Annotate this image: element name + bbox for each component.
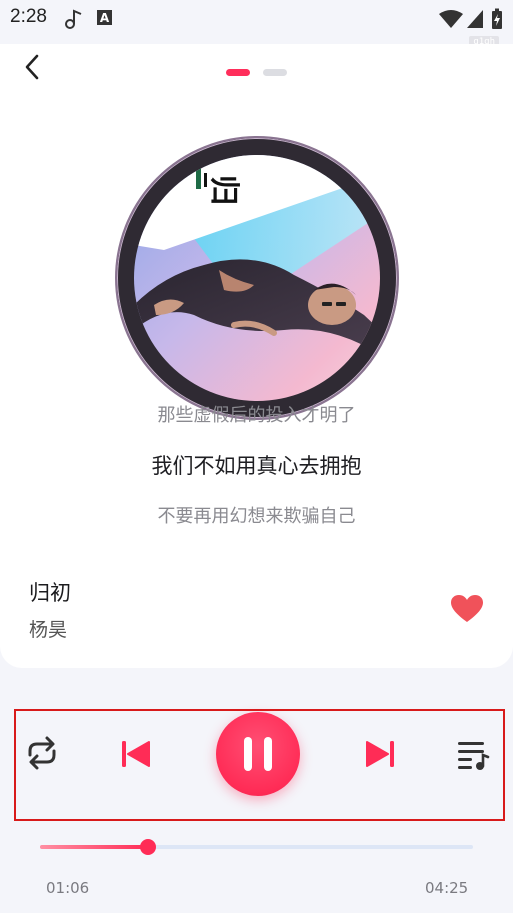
skip-previous-icon xyxy=(122,741,150,767)
text-a-icon: A xyxy=(96,8,114,30)
back-button[interactable] xyxy=(20,52,48,82)
previous-track-button[interactable] xyxy=(120,739,152,769)
music-note-icon xyxy=(64,8,84,34)
lyric-next-line: 不要再用幻想来欺骗自己 xyxy=(157,506,356,527)
svg-text:A: A xyxy=(100,11,110,25)
svg-text:归: 归 xyxy=(206,175,241,205)
repeat-button[interactable] xyxy=(22,735,62,771)
chevron-left-icon xyxy=(25,54,39,80)
progress-bar[interactable] xyxy=(40,839,473,855)
playback-controls xyxy=(14,709,505,821)
like-button[interactable] xyxy=(450,594,484,624)
progress-thumb[interactable] xyxy=(139,839,156,855)
wifi-icon xyxy=(438,8,464,34)
song-artist[interactable]: 杨昊 xyxy=(29,615,67,642)
player-card: 归 那些虚假后的投入才明了 我们不如用真心去拥抱 不要再用幻想来欺骗自己 归初 … xyxy=(0,44,513,668)
album-cover: 归 xyxy=(134,155,380,401)
total-time: 04:25 xyxy=(425,879,469,897)
page-dot-inactive[interactable] xyxy=(263,69,287,76)
pause-icon xyxy=(244,737,272,771)
repeat-icon xyxy=(28,736,56,770)
playlist-button[interactable] xyxy=(456,737,490,771)
play-pause-button[interactable] xyxy=(216,712,300,796)
elapsed-time: 01:06 xyxy=(46,879,90,897)
song-title: 归初 xyxy=(29,581,71,605)
skip-next-icon xyxy=(366,741,394,767)
playlist-icon xyxy=(458,742,490,770)
lyric-current-line: 我们不如用真心去拥抱 xyxy=(151,454,362,478)
next-track-button[interactable] xyxy=(364,739,396,769)
status-time: 2:28 xyxy=(10,6,47,27)
battery-charging-icon xyxy=(491,8,503,34)
heart-icon xyxy=(451,595,483,622)
album-disc[interactable]: 归 xyxy=(115,136,399,420)
lyric-previous-line: 那些虚假后的投入才明了 xyxy=(157,405,356,426)
page-dot-active[interactable] xyxy=(226,69,250,76)
signal-icon xyxy=(466,8,484,34)
progress-fill xyxy=(40,845,148,849)
status-bar: 2:28 A g1qh xyxy=(0,0,513,48)
